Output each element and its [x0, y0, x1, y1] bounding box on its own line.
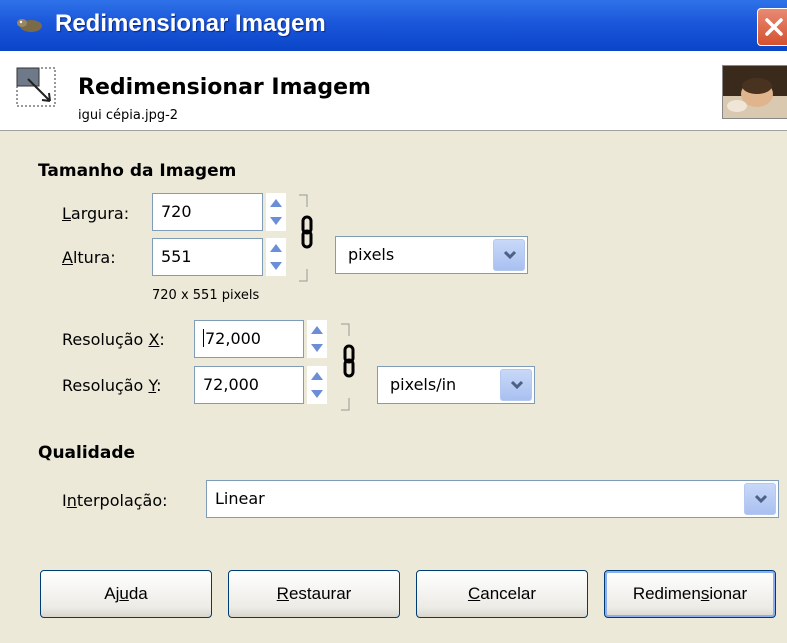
image-filename: igui cépia.jpg-2 [78, 108, 179, 123]
resolution-x-label: Resolução X: [62, 330, 165, 349]
interpolation-value: Linear [215, 489, 265, 508]
text-cursor [203, 329, 204, 347]
resolution-unit-dropdown[interactable] [500, 369, 532, 401]
size-unit-value: pixels [348, 245, 395, 264]
resolution-x-field[interactable]: 72,000 [194, 320, 304, 358]
height-spinner[interactable] [266, 238, 286, 276]
height-field[interactable]: 551 [152, 238, 263, 276]
window-title: Redimensionar Imagem [55, 10, 326, 37]
image-size-heading: Tamanho da Imagem [38, 161, 237, 181]
dialog-header: Redimensionar Imagem igui cépia.jpg-2 [0, 51, 787, 130]
resolution-chain-link-icon[interactable] [337, 322, 359, 412]
width-spinner[interactable] [266, 193, 286, 231]
resize-button[interactable]: Redimensionar [604, 570, 776, 618]
close-icon [765, 18, 783, 36]
image-thumbnail [722, 65, 787, 119]
chevron-down-icon [754, 494, 768, 504]
size-unit-select[interactable]: pixels [335, 236, 528, 274]
resize-image-icon [16, 67, 56, 107]
resolution-x-spinner[interactable] [307, 320, 327, 358]
help-button[interactable]: Ajuda [40, 570, 212, 618]
width-field[interactable]: 720 [152, 193, 263, 231]
gimp-icon [17, 19, 42, 32]
resolution-y-field[interactable]: 72,000 [194, 366, 304, 404]
interpolation-label: Interpolação: [62, 491, 168, 510]
size-summary: 720 x 551 pixels [152, 288, 260, 303]
resolution-y-label: Resolução Y: [62, 376, 162, 395]
size-unit-dropdown[interactable] [493, 239, 525, 271]
reset-button[interactable]: Restaurar [228, 570, 400, 618]
chevron-down-icon [503, 250, 517, 260]
height-label: Altura: [62, 248, 116, 267]
header-separator [0, 130, 787, 131]
resolution-unit-value: pixels/in [390, 375, 457, 394]
chain-link-icon[interactable] [295, 193, 317, 283]
header-title: Redimensionar Imagem [78, 75, 371, 100]
width-label: Largura: [62, 204, 130, 223]
quality-heading: Qualidade [38, 443, 136, 463]
interpolation-dropdown[interactable] [744, 483, 776, 515]
chevron-down-icon [510, 380, 524, 390]
interpolation-select[interactable]: Linear [206, 480, 779, 518]
close-button[interactable] [757, 8, 787, 46]
resolution-unit-select[interactable]: pixels/in [377, 366, 535, 404]
title-bar: Redimensionar Imagem [0, 0, 787, 51]
resolution-y-spinner[interactable] [307, 366, 327, 404]
cancel-button[interactable]: Cancelar [416, 570, 588, 618]
